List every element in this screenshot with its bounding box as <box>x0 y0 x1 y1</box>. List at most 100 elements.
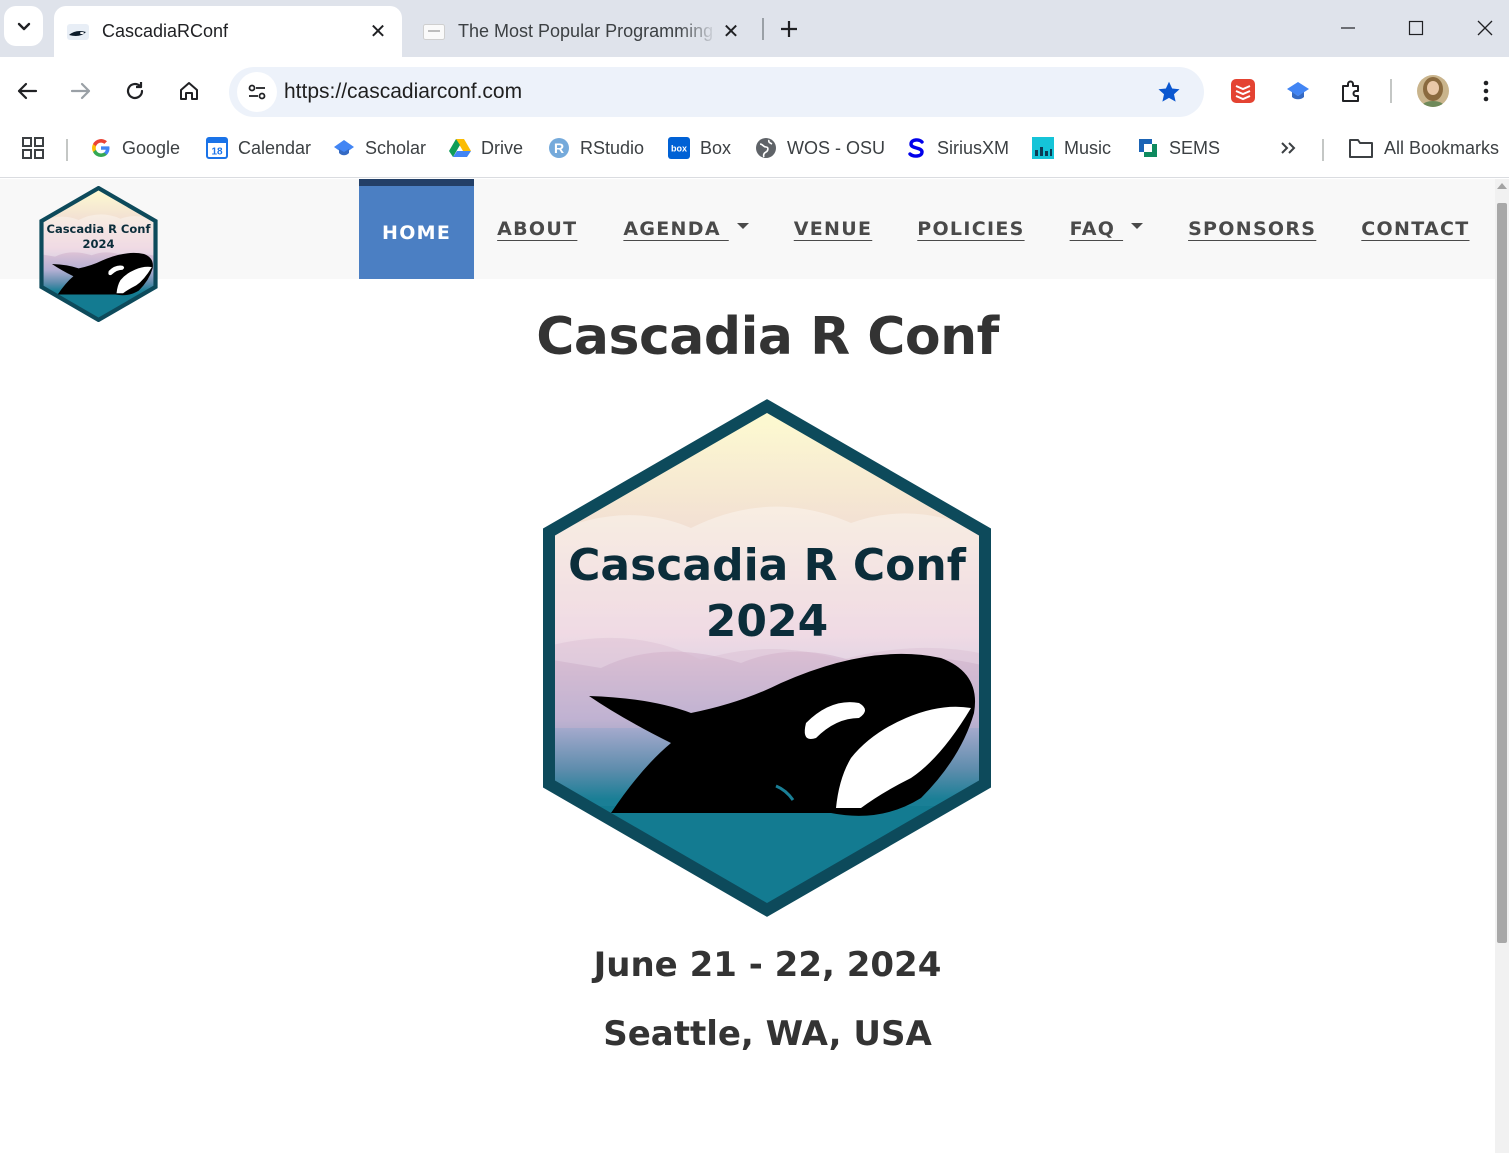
tab-strip: CascadiaRConf ✕ The Most Popular Program… <box>0 0 1509 57</box>
minimize-button[interactable] <box>1328 10 1368 46</box>
bookmark-siriusxm[interactable]: SiriusXM <box>905 133 1009 163</box>
reload-icon <box>126 82 144 100</box>
tab-title: The Most Popular Programming Languages <box>458 21 717 41</box>
new-tab-button[interactable] <box>772 12 806 46</box>
bookmark-box[interactable]: box Box <box>668 133 731 163</box>
caret-down-icon <box>1131 223 1144 229</box>
bookmark-separator <box>1322 139 1324 161</box>
apps-button[interactable] <box>21 133 45 163</box>
extensions-button[interactable] <box>1336 75 1368 107</box>
page-title: Cascadia R Conf <box>536 307 999 367</box>
box-logo-text: box <box>671 144 687 154</box>
nav-sponsors[interactable]: SPONSORS <box>1188 179 1316 279</box>
nav-venue[interactable]: VENUE <box>794 179 873 279</box>
tab-title: CascadiaRConf <box>102 21 229 41</box>
all-bookmarks-button[interactable]: All Bookmarks <box>1348 133 1499 163</box>
maximize-button[interactable] <box>1396 10 1436 46</box>
url-text[interactable]: https://cascadiarconf.com <box>284 67 522 117</box>
page-favicon-icon <box>422 20 446 44</box>
bookmark-label: RStudio <box>580 137 645 158</box>
nav-policies[interactable]: POLICIES <box>917 179 1024 279</box>
bookmark-sems[interactable]: SEMS <box>1137 133 1220 163</box>
home-button[interactable] <box>169 71 209 111</box>
bookmark-label: Google <box>122 137 181 158</box>
rstudio-icon: R <box>548 137 570 159</box>
address-bar[interactable]: https://cascadiarconf.com <box>229 67 1204 117</box>
tab-separator <box>762 18 764 40</box>
nav-home[interactable]: HOME <box>359 179 475 279</box>
site-logo[interactable]: Cascadia R Conf 2024 <box>37 186 160 322</box>
bookmark-drive[interactable]: Drive <box>449 133 523 163</box>
double-chevron-right-icon <box>1281 142 1296 154</box>
toolbar-separator <box>1390 79 1392 103</box>
bookmark-wos-osu[interactable]: WOS - OSU <box>755 133 885 163</box>
calendar-icon: 18 <box>206 137 228 159</box>
music-icon <box>1032 137 1054 159</box>
box-icon: box <box>668 137 690 159</box>
back-button[interactable] <box>7 71 47 111</box>
scholar-extension-button[interactable] <box>1282 75 1314 107</box>
all-bookmarks-label: All Bookmarks <box>1384 137 1500 158</box>
tab-search-button[interactable] <box>4 6 43 46</box>
todoist-extension-button[interactable] <box>1227 75 1259 107</box>
site-info-button[interactable] <box>237 72 277 112</box>
minimize-icon <box>1341 27 1355 29</box>
plus-icon <box>781 21 797 37</box>
nav-faq[interactable]: FAQ <box>1070 179 1144 279</box>
close-icon <box>1477 20 1493 36</box>
forward-button[interactable] <box>61 71 101 111</box>
puzzle-icon <box>1342 80 1359 102</box>
browser-toolbar: https://cascadiarconf.com <box>0 57 1509 125</box>
bookmark-rstudio[interactable]: R RStudio <box>548 133 644 163</box>
folder-icon <box>1348 137 1374 159</box>
home-icon <box>180 82 198 100</box>
logo-line-1: Cascadia R Conf <box>47 222 152 236</box>
conference-location: Seattle, WA, USA <box>603 1014 932 1054</box>
logo-line-2: 2024 <box>706 596 828 647</box>
svg-text:R: R <box>554 140 564 156</box>
tab-cascadiarconf[interactable]: CascadiaRConf ✕ <box>54 6 402 57</box>
bookmark-label: Drive <box>481 137 524 158</box>
close-tab-icon[interactable]: ✕ <box>364 18 392 46</box>
drive-icon <box>449 137 471 159</box>
orca-favicon-icon <box>66 20 90 44</box>
bookmark-music[interactable]: Music <box>1032 133 1111 163</box>
bookmark-label: SiriusXM <box>937 137 1010 158</box>
nav-contact[interactable]: CONTACT <box>1361 179 1469 279</box>
nav-about[interactable]: ABOUT <box>497 179 577 279</box>
caret-down-icon <box>736 223 749 229</box>
close-window-button[interactable] <box>1465 10 1505 46</box>
reload-button[interactable] <box>115 71 155 111</box>
more-bookmarks-button[interactable] <box>1278 133 1298 163</box>
conference-hex-logo: Cascadia R Conf 2024 <box>543 399 991 917</box>
bookmark-scholar[interactable]: Scholar <box>333 133 426 163</box>
star-filled-icon <box>1158 81 1180 102</box>
bookmark-star-button[interactable] <box>1154 77 1184 107</box>
page-scrollbar[interactable] <box>1495 179 1509 1153</box>
bookmark-separator <box>66 139 68 161</box>
more-vert-icon <box>1483 80 1489 102</box>
scroll-thumb[interactable] <box>1497 203 1507 943</box>
bookmark-google[interactable]: Google <box>90 133 180 163</box>
logo-line-2: 2024 <box>82 237 114 251</box>
tune-icon <box>248 84 266 100</box>
bookmark-label: Box <box>700 137 732 158</box>
todoist-icon <box>1231 79 1255 103</box>
bookmark-calendar[interactable]: 18 Calendar <box>206 133 311 163</box>
page-content: HOME ABOUT AGENDA VENUE POLICIES FAQ SPO… <box>0 179 1495 1153</box>
chevron-down-icon <box>17 22 30 31</box>
menu-button[interactable] <box>1470 75 1502 107</box>
conference-date: June 21 - 22, 2024 <box>593 945 942 985</box>
profile-avatar[interactable] <box>1417 75 1449 107</box>
siriusxm-icon <box>905 137 927 159</box>
scroll-up-arrow-icon[interactable] <box>1497 183 1507 189</box>
close-tab-icon[interactable]: ✕ <box>717 18 745 46</box>
arrow-right-icon <box>70 82 91 100</box>
bookmark-label: Calendar <box>238 137 312 158</box>
tab-programming-languages[interactable]: The Most Popular Programming Languages ✕ <box>410 6 755 57</box>
google-icon <box>90 137 112 159</box>
nav-agenda[interactable]: AGENDA <box>623 179 749 279</box>
bookmark-label: Scholar <box>365 137 427 158</box>
site-navbar: HOME ABOUT AGENDA VENUE POLICIES FAQ SPO… <box>0 179 1495 279</box>
scholar-cap-icon <box>1287 82 1309 100</box>
